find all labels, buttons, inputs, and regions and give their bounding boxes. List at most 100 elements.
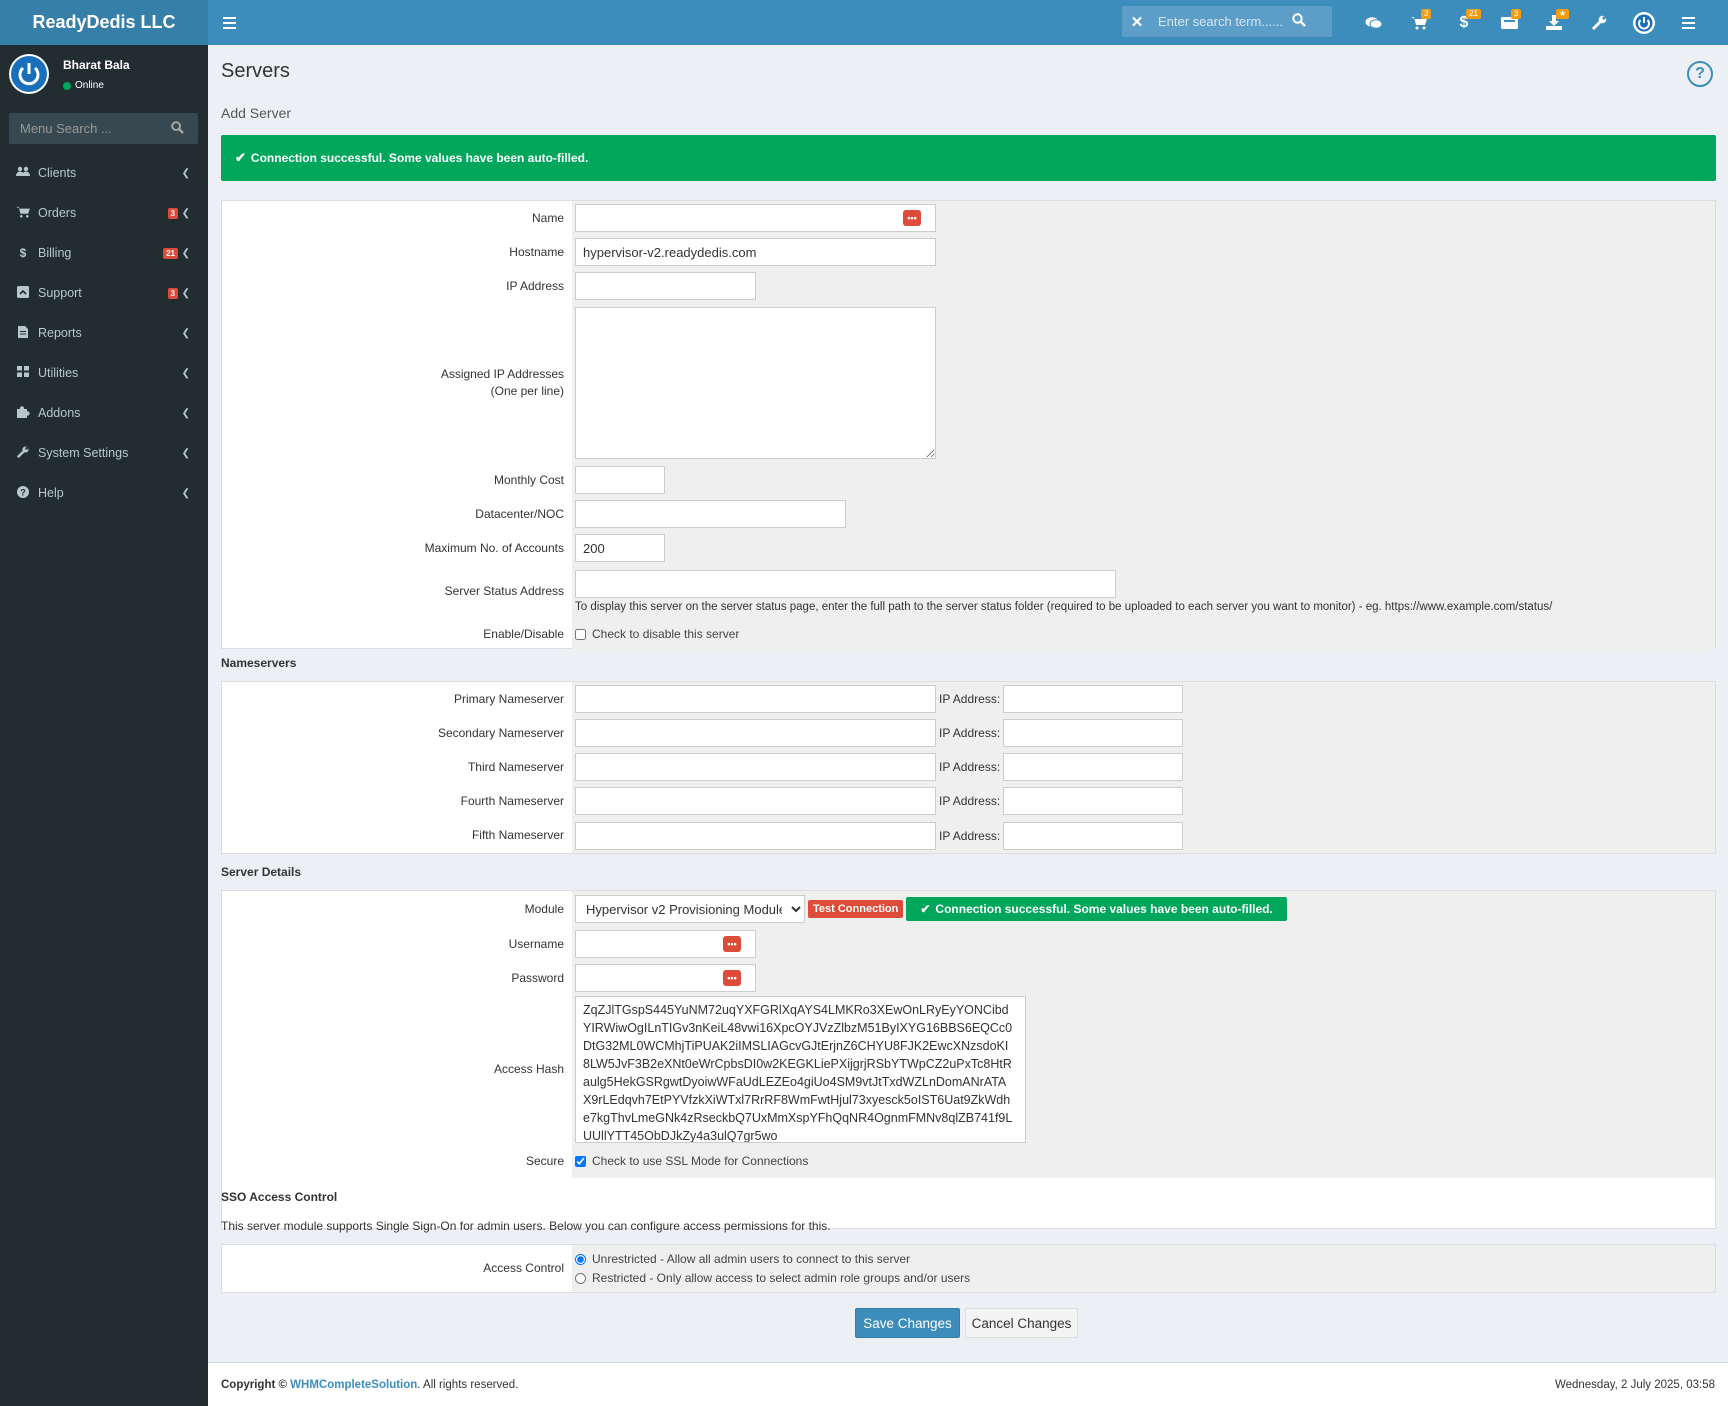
dollar-icon[interactable]: $ 21 <box>1442 0 1486 45</box>
sidebar-item-clients[interactable]: Clients ❮ <box>0 153 208 193</box>
name-input[interactable] <box>575 204 936 232</box>
sso-heading: SSO Access Control <box>221 1190 338 1204</box>
ns1-ip-input[interactable] <box>1003 685 1184 713</box>
ns5-input[interactable] <box>575 821 936 850</box>
sidebar-item-system-settings[interactable]: System Settings ❮ <box>0 433 208 473</box>
users-icon <box>16 166 30 180</box>
unrestricted-radio-wrap[interactable]: Unrestricted - Allow all admin users to … <box>575 1252 910 1266</box>
sidebar-item-billing[interactable]: $ Billing 21 ❮ <box>0 233 208 273</box>
user-panel: Bharat Bala Online <box>0 45 208 105</box>
assigned-ips-textarea[interactable] <box>575 307 936 459</box>
sidebar-item-orders[interactable]: Orders 3 ❮ <box>0 193 208 233</box>
ns-ip-label: IP Address: <box>939 760 1001 774</box>
menu-search-input[interactable] <box>9 121 159 136</box>
brand-name: ReadyDedis LLC <box>32 12 176 32</box>
dollar-icon: $ <box>19 246 27 260</box>
enable-label: Enable/Disable <box>483 626 564 641</box>
password-label: Password <box>511 970 564 985</box>
cancel-changes-button[interactable]: Cancel Changes <box>965 1308 1078 1338</box>
cart-icon[interactable]: 3 <box>1397 0 1441 45</box>
ns1-input[interactable] <box>575 685 936 713</box>
ns3-input[interactable] <box>575 753 936 781</box>
ip-address-input[interactable] <box>575 272 756 300</box>
chat-icon[interactable] <box>1352 0 1396 45</box>
global-search-input[interactable] <box>1152 14 1292 29</box>
download-badge: ★ <box>1556 9 1570 19</box>
grid-icon <box>16 366 30 380</box>
secure-checkbox-wrap[interactable]: Check to use SSL Mode for Connections <box>575 1154 808 1168</box>
sidebar-item-addons[interactable]: Addons ❮ <box>0 393 208 433</box>
search-icon[interactable] <box>1292 13 1306 30</box>
close-search-icon[interactable]: ✕ <box>1122 13 1152 31</box>
ns2-input[interactable] <box>575 719 936 747</box>
user-avatar-icon[interactable] <box>1622 0 1666 45</box>
ns-ip-label: IP Address: <box>939 692 1001 706</box>
cart-badge: 3 <box>1421 9 1432 19</box>
check-icon: ✔ <box>920 902 931 916</box>
ns-row: Primary Nameserver IP Address: <box>222 682 1715 716</box>
help-icon[interactable]: ? <box>1687 61 1713 87</box>
ns4-ip-input[interactable] <box>1003 787 1184 815</box>
disable-server-checkbox-wrap[interactable]: Check to disable this server <box>575 627 739 641</box>
hostname-input[interactable] <box>575 238 936 266</box>
ns2-ip-input[interactable] <box>1003 719 1184 747</box>
sidebar-toggle-icon[interactable] <box>208 0 250 45</box>
ns3-ip-input[interactable] <box>1003 753 1184 781</box>
status-address-input[interactable] <box>575 570 1116 598</box>
sidebar-item-label: Support <box>38 286 82 300</box>
wrench-icon[interactable] <box>1577 0 1621 45</box>
download-icon[interactable]: ★ <box>1532 0 1576 45</box>
ns-row: Fifth Nameserver IP Address: <box>222 818 1715 853</box>
name-label: Name <box>531 210 564 225</box>
copyright-prefix: Copyright © <box>221 1378 287 1391</box>
sidebar-menu: Clients ❮ Orders 3 ❮ $ Billing 21 ❮ Support 3 ❮… <box>0 153 208 513</box>
sidebar-item-label: Help <box>38 486 64 500</box>
sidebar: Bharat Bala Online Clients ❮ Orders3❮ $ B… <box>0 45 208 1406</box>
assigned-ips-row: Assigned IP Addresses (One per line) <box>222 303 1715 463</box>
password-manager-icon[interactable]: ••• <box>723 970 741 986</box>
ns4-input[interactable] <box>575 787 936 815</box>
file-icon <box>16 325 30 341</box>
ns-label: Fifth Nameserver <box>471 828 564 842</box>
sidebar-item-label: Clients <box>38 166 77 180</box>
hostname-label: Hostname <box>509 244 564 259</box>
monthly-cost-row: Monthly Cost <box>222 463 1715 497</box>
save-changes-button[interactable]: Save Changes <box>855 1308 960 1338</box>
password-manager-icon[interactable]: ••• <box>903 210 921 226</box>
sidebar-item-utilities[interactable]: Utilities ❮ <box>0 353 208 393</box>
copyright-suffix: . All rights reserved. <box>417 1378 519 1391</box>
secure-checkbox[interactable] <box>575 1155 586 1167</box>
unrestricted-radio[interactable] <box>575 1253 586 1265</box>
chevron-left-icon: ❮ <box>181 367 190 379</box>
username-label: Username <box>508 936 564 951</box>
sidebar-item-reports[interactable]: Reports ❮ <box>0 313 208 353</box>
module-select[interactable]: Hypervisor v2 Provisioning Module <box>575 895 805 923</box>
chevron-left-icon: ❮ <box>181 487 190 499</box>
ns5-ip-input[interactable] <box>1003 821 1184 850</box>
restricted-radio-wrap[interactable]: Restricted - Only allow access to select… <box>575 1271 970 1285</box>
control-sidebar-icon[interactable] <box>1666 0 1710 45</box>
restricted-text: Restricted - Only allow access to select… <box>592 1271 971 1285</box>
ticket-icon[interactable]: 3 <box>1487 0 1531 45</box>
access-hash-textarea[interactable]: ZqZJlTGspS445YuNM72uqYXFGRlXqAYS4LMKRo3X… <box>575 996 1026 1143</box>
datacenter-input[interactable] <box>575 500 846 528</box>
company-link[interactable]: WHMCompleteSolution <box>290 1379 417 1391</box>
server-form: Name ••• Hostname IP Address Assigned IP… <box>221 200 1716 650</box>
footer: Copyright © WHMCompleteSolution. All rig… <box>208 1362 1728 1406</box>
sidebar-item-help[interactable]: ? Help ❮ <box>0 473 208 513</box>
ticket-badge: 3 <box>1511 9 1522 19</box>
brand-logo[interactable]: ReadyDedis LLC <box>0 0 208 45</box>
chevron-left-icon: ❮ <box>181 247 190 259</box>
chevron-left-icon: ❮ <box>181 167 190 179</box>
restricted-radio[interactable] <box>575 1272 586 1284</box>
monthly-cost-input[interactable] <box>575 466 665 494</box>
max-accounts-input[interactable] <box>575 534 665 562</box>
support-badge: 3 <box>167 287 178 299</box>
sso-box: Access Control Unrestricted - Allow all … <box>221 1244 1716 1293</box>
ns-label: Fourth Nameserver <box>460 793 564 808</box>
sidebar-item-support[interactable]: Support 3 ❮ <box>0 273 208 313</box>
password-manager-icon[interactable]: ••• <box>723 936 741 952</box>
search-icon[interactable] <box>171 120 184 137</box>
disable-server-checkbox[interactable] <box>575 628 586 640</box>
test-connection-button[interactable]: Test Connection <box>808 900 904 918</box>
